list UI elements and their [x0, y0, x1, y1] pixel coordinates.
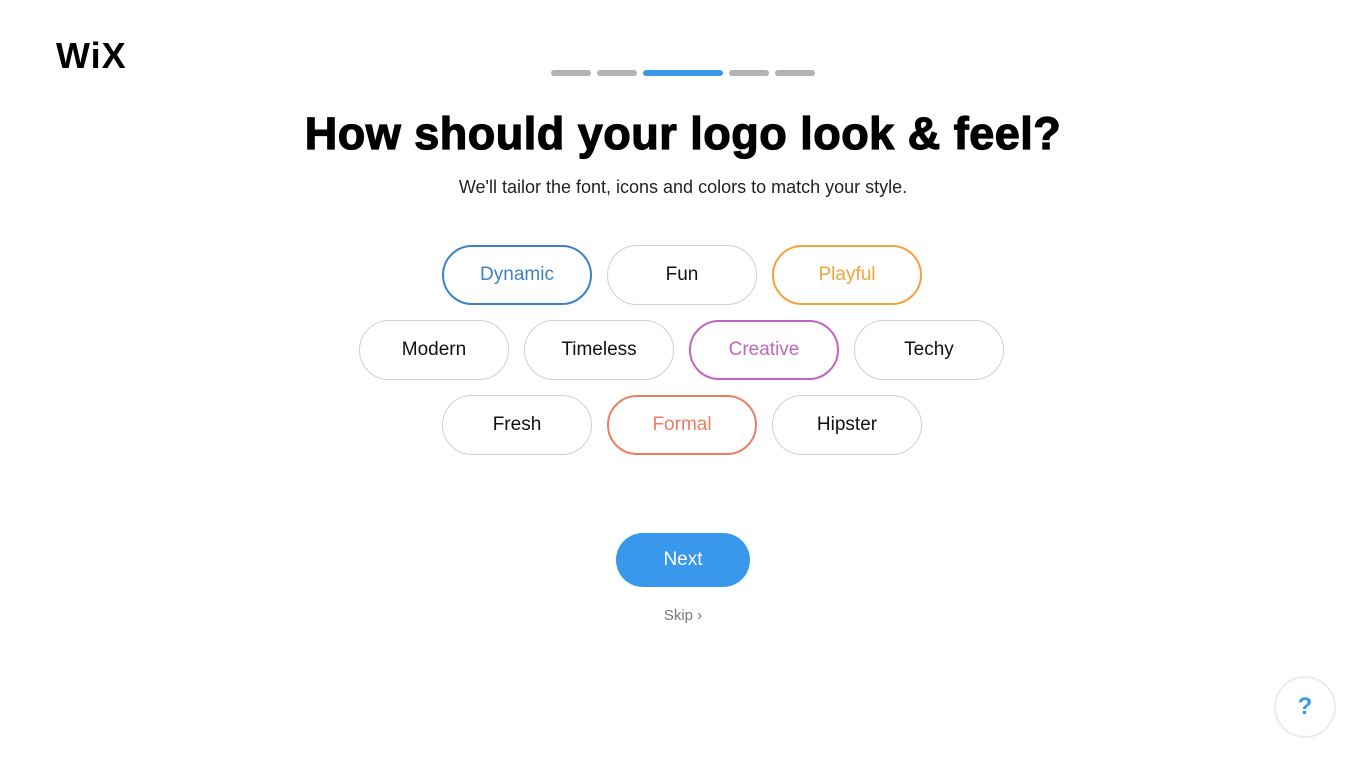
page-title: How should your logo look & feel?	[304, 107, 1062, 159]
style-option-creative[interactable]: Creative	[689, 320, 839, 380]
chevron-right-icon: ›	[697, 607, 703, 624]
skip-link[interactable]: Skip ›	[664, 607, 702, 624]
help-button[interactable]: ?	[1274, 676, 1336, 738]
step-progress	[551, 70, 815, 76]
style-option-fresh[interactable]: Fresh	[442, 395, 592, 455]
page-subtitle: We'll tailor the font, icons and colors …	[458, 177, 908, 197]
next-button[interactable]: Next	[616, 533, 750, 587]
style-option-modern[interactable]: Modern	[359, 320, 509, 380]
style-option-timeless[interactable]: Timeless	[524, 320, 674, 380]
progress-step-1	[551, 70, 591, 76]
style-option-hipster[interactable]: Hipster	[772, 395, 922, 455]
skip-label: Skip	[663, 607, 693, 624]
style-option-playful[interactable]: Playful	[772, 245, 922, 305]
progress-step-4	[729, 70, 769, 76]
wix-logo[interactable]: WiX	[56, 36, 127, 76]
style-option-formal[interactable]: Formal	[607, 395, 757, 455]
style-option-fun[interactable]: Fun	[607, 245, 757, 305]
progress-step-5	[775, 70, 815, 76]
style-option-dynamic[interactable]: Dynamic	[442, 245, 592, 305]
help-icon: ?	[1297, 693, 1313, 720]
progress-step-3-current	[643, 70, 723, 76]
style-option-techy[interactable]: Techy	[854, 320, 1004, 380]
skip-row: Skip ›	[0, 607, 1366, 624]
progress-step-2	[597, 70, 637, 76]
